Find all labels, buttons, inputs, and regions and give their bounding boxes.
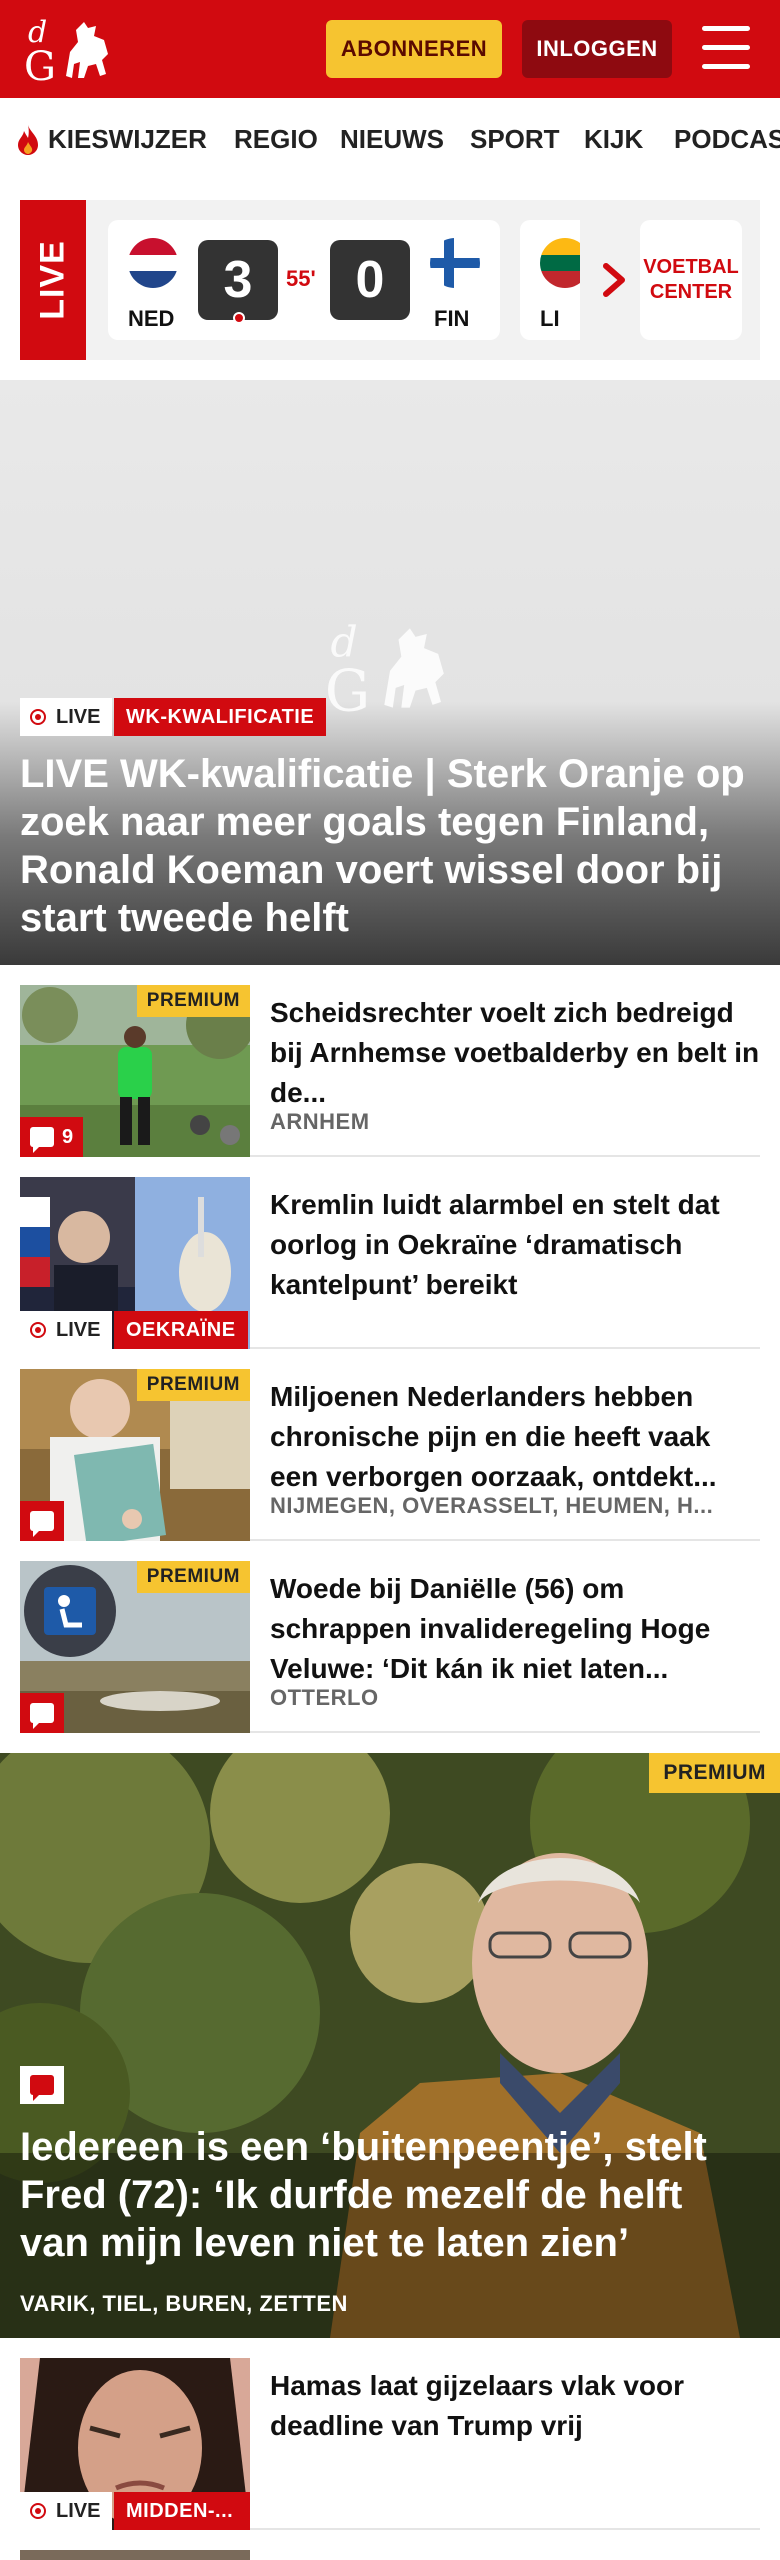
article-title[interactable]: Woede bij Daniëlle (56) om schrappen inv… xyxy=(270,1569,760,1689)
comment-badge[interactable] xyxy=(20,2066,64,2104)
article-thumbnail: LIVE OEKRAÏNE xyxy=(20,1177,250,1349)
live-badge-label: LIVE xyxy=(56,705,101,728)
match-minute: 55' xyxy=(286,266,316,291)
article-thumbnail: LIVE MIDDEN-... xyxy=(20,2358,250,2530)
article-title[interactable]: Hamas laat gijzelaars vlak voor deadline… xyxy=(270,2366,760,2446)
premium-badge: PREMIUM xyxy=(649,1753,780,1793)
live-badge: LIVE xyxy=(20,1311,113,1349)
flag-finland-icon xyxy=(430,238,480,288)
comment-icon xyxy=(30,1511,54,1537)
live-badge: LIVE xyxy=(20,698,113,736)
nav-item-podcast[interactable]: PODCAS xyxy=(674,124,780,155)
dg-logo-icon[interactable]: d G xyxy=(22,12,118,88)
live-dot-icon xyxy=(30,2503,46,2519)
away-team: FIN xyxy=(434,306,470,331)
article-thumbnail: PREMIUM xyxy=(20,1561,250,1733)
feature-article[interactable]: PREMIUM Iedereen is een ‘buitenpeentje’,… xyxy=(0,1753,780,2338)
live-dot-icon xyxy=(30,709,46,725)
live-dot-icon xyxy=(30,1322,46,1338)
hero-article[interactable]: d G LIVE WK-KWALIFICATIE LIVE WK-kwalifi… xyxy=(0,380,780,965)
svg-text:G: G xyxy=(325,659,370,725)
hero-title[interactable]: LIVE WK-kwalificatie | Sterk Oranje op z… xyxy=(20,750,764,942)
live-dot-icon xyxy=(233,312,245,324)
comment-count-badge[interactable]: 9 xyxy=(20,1117,84,1157)
article-title[interactable]: Miljoenen Nederlanders hebben chronische… xyxy=(270,1377,760,1497)
comment-badge[interactable] xyxy=(20,1693,64,1733)
premium-badge: PREMIUM xyxy=(136,985,250,1017)
comment-icon xyxy=(30,2075,54,2101)
live-label: LIVE xyxy=(33,240,72,320)
list-item[interactable]: PREMIUM Miljoenen Nederlanders hebben ch… xyxy=(20,1369,760,1541)
category-badge: MIDDEN-... xyxy=(114,2492,250,2530)
match-card-next[interactable]: LI xyxy=(520,220,580,340)
article-thumbnail: PREMIUM 9 xyxy=(20,985,250,1157)
feature-location: VARIK, TIEL, BUREN, ZETTEN xyxy=(20,2291,348,2316)
category-badge: OEKRAÏNE xyxy=(114,1311,248,1349)
nav-item-nieuws[interactable]: NIEUWS xyxy=(340,124,444,155)
nav-item-kijk[interactable]: KIJK xyxy=(584,124,643,155)
svg-text:G: G xyxy=(24,44,56,88)
next-team: LI xyxy=(540,306,560,331)
nav-item-regio[interactable]: REGIO xyxy=(234,124,318,155)
site-header: d G ABONNEREN INLOGGEN xyxy=(0,0,780,98)
article-location: ARNHEM xyxy=(270,1109,370,1134)
list-item[interactable]: LIVE OEKRAÏNE Kremlin luidt alarmbel en … xyxy=(20,1177,760,1349)
list-item[interactable]: LIVE MIDDEN-... Hamas laat gijzelaars vl… xyxy=(20,2358,760,2530)
premium-badge: PREMIUM xyxy=(136,1561,250,1593)
comment-count: 9 xyxy=(62,1125,74,1148)
comment-icon xyxy=(30,1127,54,1153)
article-title[interactable]: Scheidsrechter voelt zich bedreigd bij A… xyxy=(270,993,760,1113)
comment-icon xyxy=(30,1703,54,1729)
category-badge: WK-KWALIFICATIE xyxy=(114,698,327,736)
article-title[interactable]: Kremlin luidt alarmbel en stelt dat oorl… xyxy=(270,1185,760,1305)
live-badge-label: LIVE xyxy=(56,2499,101,2522)
list-item[interactable]: PREMIUM 9 Scheidsrechter voelt zich bedr… xyxy=(20,985,760,1157)
list-item[interactable]: PREMIUM Woede bij Daniëlle (56) om schra… xyxy=(20,1561,760,1733)
article-location: OTTERLO xyxy=(270,1685,379,1710)
home-score: 3 xyxy=(198,240,278,320)
voetbal-center-link[interactable]: VOETBAL CENTER xyxy=(640,220,742,340)
article-thumbnail-partial xyxy=(20,2550,250,2560)
nav-item-kieswijzer[interactable]: KIESWIJZER xyxy=(48,124,207,155)
flag-lithuania-icon xyxy=(540,238,580,288)
hamburger-menu-icon[interactable] xyxy=(700,24,752,72)
chevron-right-icon[interactable] xyxy=(596,262,632,298)
flag-netherlands-icon xyxy=(128,238,178,288)
subscribe-button[interactable]: ABONNEREN xyxy=(326,20,502,78)
dg-placeholder-logo-icon: d G xyxy=(325,619,444,725)
vc-line2: CENTER xyxy=(649,281,733,303)
match-card[interactable]: NED 3 55' 0 FIN xyxy=(108,220,500,340)
home-team: NED xyxy=(128,306,175,331)
nav-item-sport[interactable]: SPORT xyxy=(470,124,560,155)
premium-badge: PREMIUM xyxy=(136,1369,250,1401)
section-nav: KIESWIJZER REGIO NIEUWS SPORT KIJK PODCA… xyxy=(0,98,780,180)
live-score-bar: LIVE NED 3 55' 0 FIN LI VOETBAL CENTER xyxy=(20,200,760,360)
article-location: NIJMEGEN, OVERASSELT, HEUMEN, H... xyxy=(270,1493,714,1518)
away-score: 0 xyxy=(330,240,410,320)
login-button[interactable]: INLOGGEN xyxy=(522,20,672,78)
flame-icon xyxy=(18,125,38,155)
vc-line1: VOETBAL xyxy=(643,256,739,278)
feature-title[interactable]: Iedereen is een ‘buitenpeentje’, stelt F… xyxy=(20,2123,760,2267)
live-badge: LIVE xyxy=(20,2492,113,2530)
live-badge-label: LIVE xyxy=(56,1318,101,1341)
article-thumbnail: PREMIUM xyxy=(20,1369,250,1541)
live-tab[interactable]: LIVE xyxy=(20,200,86,360)
comment-badge[interactable] xyxy=(20,1501,64,1541)
